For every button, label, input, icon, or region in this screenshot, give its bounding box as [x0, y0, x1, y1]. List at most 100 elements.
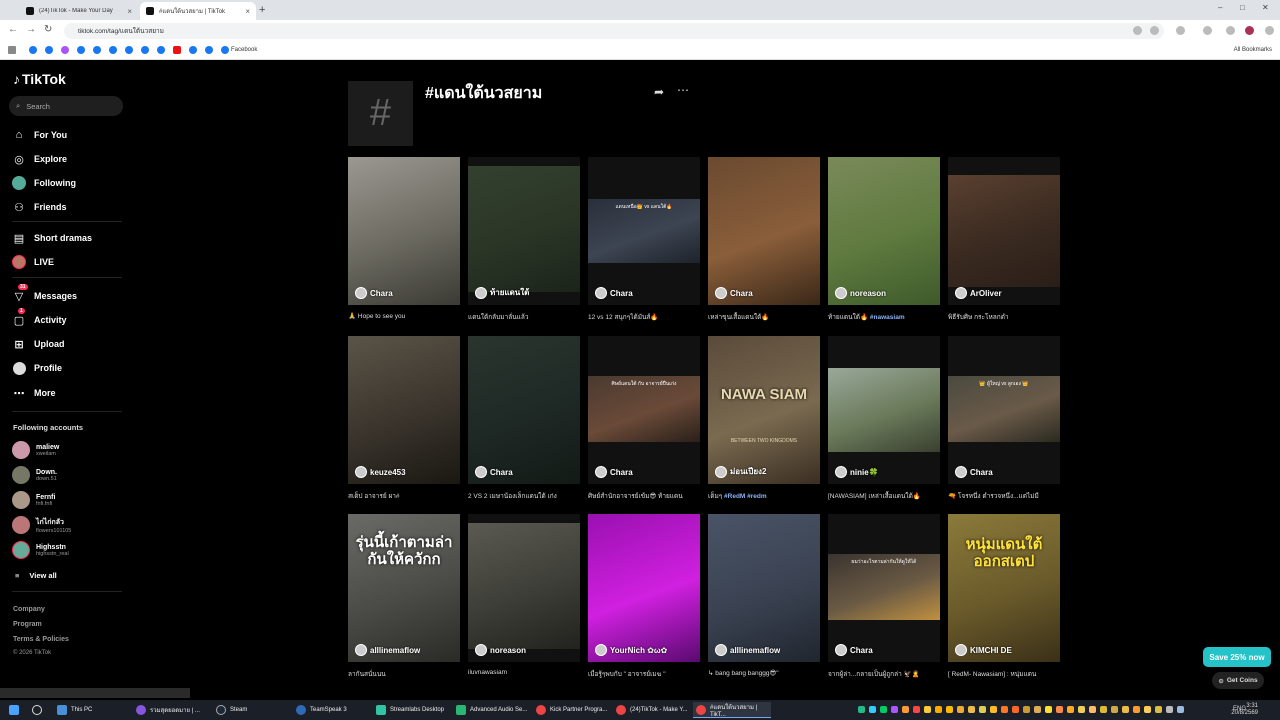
nav-messages[interactable]: ▽ 31 Messages — [12, 284, 77, 303]
clock[interactable]: 3:31 20/8/2569 — [1231, 703, 1258, 717]
video-card[interactable]: noreason ท้ายแดนใต้🔥 #nawasiam — [828, 157, 940, 322]
video-owner[interactable]: ArOliver — [955, 287, 1002, 299]
account-item[interactable]: Down. down.51 — [12, 466, 57, 484]
video-card[interactable]: Chara เหล่าขุนเสื้อแดนใต้🔥 — [708, 157, 820, 322]
nav-profile[interactable]: Profile — [12, 361, 62, 375]
video-thumbnail[interactable]: YourNich ✿ω✿ — [588, 514, 700, 662]
nav-activity[interactable]: ▢ 1 Activity — [12, 308, 67, 327]
facebook-bookmark-icon[interactable] — [77, 46, 85, 54]
video-card[interactable]: 👑 ผู้ใหญ่ vs ลูกเอง 👑 Chara 🔫 โจรหนึ่ง ตำร… — [948, 336, 1060, 501]
taskbar-app[interactable]: Streamlabs Desktop — [373, 702, 451, 718]
video-thumbnail[interactable]: noreason — [468, 514, 580, 662]
tray-app-icon[interactable] — [1166, 706, 1173, 713]
close-window-icon[interactable]: ✕ — [1262, 3, 1269, 12]
tray-app-icon[interactable] — [924, 706, 931, 713]
tray-app-icon[interactable] — [1067, 706, 1074, 713]
facebook-bookmark-icon[interactable] — [45, 46, 53, 54]
video-caption[interactable]: ลากันสนั่นนน — [348, 669, 460, 679]
tray-app-icon[interactable] — [869, 706, 876, 713]
video-thumbnail[interactable]: รุ่นนี้เก้าตามล่ากันให้ควักก alllinemaflo… — [348, 514, 460, 662]
messenger-bookmark-icon[interactable] — [61, 46, 69, 54]
video-thumbnail[interactable]: ศิษย์แดนใต้ กับ อาจารย์ปืนเก่ง Chara — [588, 336, 700, 484]
nav-friends[interactable]: ⚇ Friends — [12, 200, 66, 214]
video-owner[interactable]: noreason — [835, 287, 886, 299]
tiktok-logo[interactable]: ♪ TikTok — [13, 71, 66, 87]
tray-app-icon[interactable] — [1155, 706, 1162, 713]
video-card[interactable]: ท้ายแดนใต้แดนใต้กลับมาลั่นแล้ว — [468, 157, 580, 322]
tray-app-icon[interactable] — [979, 706, 986, 713]
zoom-icon[interactable] — [1133, 26, 1142, 35]
video-card[interactable]: Chara 🙏 Hope to see you — [348, 157, 460, 322]
close-tab-icon[interactable]: × — [245, 7, 250, 16]
tray-app-icon[interactable] — [902, 706, 909, 713]
nav-more[interactable]: ⋯ More — [12, 386, 56, 400]
video-caption[interactable]: ศิษย์สำนักอาจารย์เข้ม😎 ท้ายแดน — [588, 491, 700, 501]
tray-app-icon[interactable] — [913, 706, 920, 713]
caption-hashtag[interactable]: #nawasiam — [870, 314, 905, 321]
bookmark-label[interactable]: Facebook — [231, 47, 257, 53]
taskbar-app[interactable]: TeamSpeak 3 — [293, 702, 371, 718]
video-card[interactable]: ผมว่าอะไรตามล่ากันให้ดูให้ได้ Chara จากผู้… — [828, 514, 940, 679]
video-caption[interactable]: สเต็ป อาจารย์ ผา# — [348, 491, 460, 501]
account-item[interactable]: Fernfi fnfi.fnfi — [12, 491, 55, 509]
video-card[interactable]: ศิษย์แดนใต้ กับ อาจารย์ปืนเก่ง Chara ศิษย์… — [588, 336, 700, 501]
profile-avatar-icon[interactable] — [1245, 26, 1254, 35]
video-thumbnail[interactable]: alllinemaflow — [708, 514, 820, 662]
taskbar-app[interactable]: รวมสุดยอดมาย | ... — [133, 702, 211, 718]
caption-hashtag[interactable]: #RedM #redm — [724, 493, 767, 500]
reload-icon[interactable]: ↻ — [44, 24, 52, 35]
tray-app-icon[interactable] — [1056, 706, 1063, 713]
browser-tab-active[interactable]: #แดนใต้นวสยาม | TikTok × — [140, 2, 256, 20]
tray-app-icon[interactable] — [891, 706, 898, 713]
tray-app-icon[interactable] — [1078, 706, 1085, 713]
video-card[interactable]: ninie🍀 [NAWASIAM] เหล่าเสื้อแดนใต้🔥 — [828, 336, 940, 501]
tray-app-icon[interactable] — [1001, 706, 1008, 713]
video-owner[interactable]: alllinemaflow — [715, 644, 780, 656]
video-card[interactable]: หนุ่มแดนใต้ ออกสเตป KIMCHI DE [ RedM- Nawa… — [948, 514, 1060, 679]
tray-app-icon[interactable] — [1089, 706, 1096, 713]
video-owner[interactable]: Chara — [835, 644, 873, 656]
save-promo-button[interactable]: Save 25% now — [1203, 647, 1271, 667]
video-thumbnail[interactable]: 👑 ผู้ใหญ่ vs ลูกเอง 👑 Chara — [948, 336, 1060, 484]
tray-app-icon[interactable] — [1111, 706, 1118, 713]
video-caption[interactable]: เมื่อรู้ๆพบกับ " อาจารย์เมฆ " — [588, 669, 700, 679]
maximize-icon[interactable]: □ — [1240, 3, 1245, 12]
video-thumbnail[interactable]: ninie🍀 — [828, 336, 940, 484]
video-caption[interactable]: ↳ bang bang banggg😎" — [708, 669, 820, 679]
video-thumbnail[interactable]: Chara — [708, 157, 820, 305]
video-thumbnail[interactable]: ท้ายแดนใต้ — [468, 157, 580, 305]
video-owner[interactable]: ท้ายแดนใต้ — [475, 286, 529, 299]
video-caption[interactable]: 12 vs 12 สนุกๆได้มันส์🔥 — [588, 312, 700, 322]
facebook-bookmark-icon[interactable] — [157, 46, 165, 54]
video-card[interactable]: keuze453 สเต็ป อาจารย์ ผา# — [348, 336, 460, 501]
video-owner[interactable]: Chara — [595, 287, 633, 299]
tray-app-icon[interactable] — [1133, 706, 1140, 713]
video-owner[interactable]: Chara — [955, 466, 993, 478]
back-icon[interactable]: ← — [8, 24, 18, 35]
video-owner[interactable]: KIMCHI DE — [955, 644, 1012, 656]
tray-app-icon[interactable] — [1034, 706, 1041, 713]
tray-app-icon[interactable] — [968, 706, 975, 713]
video-caption[interactable]: เต็มๆ #RedM #redm — [708, 491, 820, 501]
facebook-bookmark-icon[interactable] — [125, 46, 133, 54]
video-card[interactable]: NAWA SIAM BETWEEN TWO KINGDOMS ม่อนเปียง2 เ… — [708, 336, 820, 501]
address-bar[interactable]: tiktok.com/tag/แดนใต้นวสยาม — [64, 23, 1164, 39]
new-tab-icon[interactable]: + — [259, 4, 265, 16]
menu-icon[interactable] — [1265, 26, 1274, 35]
close-tab-icon[interactable]: × — [127, 7, 132, 16]
taskbar-app-active[interactable]: #แดนใต้นวสยาม | TikT... — [693, 702, 771, 718]
tray-app-icon[interactable] — [1045, 706, 1052, 713]
windows-start-icon[interactable] — [6, 702, 19, 718]
browser-tab[interactable]: (24)TikTok - Make Your Day × — [20, 2, 138, 20]
video-thumbnail[interactable]: หนุ่มแดนใต้ ออกสเตป KIMCHI DE — [948, 514, 1060, 662]
facebook-bookmark-icon[interactable] — [221, 46, 229, 54]
tray-app-icon[interactable] — [990, 706, 997, 713]
nav-for-you[interactable]: ⌂ For You — [12, 128, 68, 142]
apps-icon[interactable] — [8, 46, 16, 54]
video-caption[interactable]: iluvnawasiam — [468, 669, 580, 679]
taskbar-app[interactable]: Kick Partner Progra... — [533, 702, 611, 718]
video-caption[interactable]: 🔫 โจรหนึ่ง ตำรวจหนึ่ง...แต่ไม่มี — [948, 491, 1060, 501]
video-caption[interactable]: แดนใต้กลับมาลั่นแล้ว — [468, 312, 580, 322]
video-owner[interactable]: Chara — [475, 466, 513, 478]
video-card[interactable]: YourNich ✿ω✿ เมื่อรู้ๆพบกับ " อาจารย์เมฆ … — [588, 514, 700, 679]
